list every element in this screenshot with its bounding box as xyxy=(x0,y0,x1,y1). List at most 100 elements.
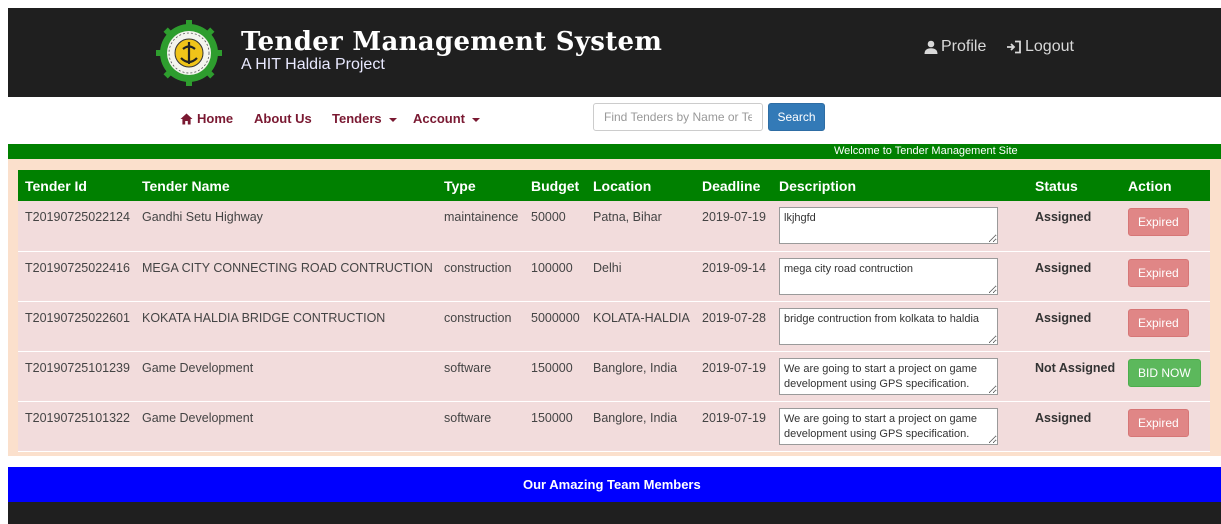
tender-status: Not Assigned xyxy=(1028,351,1121,402)
table-row: T20190725022601 KOKATA HALDIA BRIDGE CON… xyxy=(18,301,1210,352)
tender-deadline: 2019-07-19 xyxy=(695,351,772,402)
column-header: Location xyxy=(586,170,695,201)
description-cell: mega city road contruction xyxy=(772,251,1028,302)
caret-down-icon xyxy=(472,117,480,122)
expired-button[interactable]: Expired xyxy=(1128,308,1189,337)
column-header: Status xyxy=(1028,170,1121,201)
tender-location: Patna, Bihar xyxy=(586,201,695,252)
tender-location: Banglore, India xyxy=(586,401,695,452)
description-textarea[interactable]: We are going to start a project on game … xyxy=(779,407,998,445)
tender-status: Assigned xyxy=(1028,401,1121,452)
expired-button[interactable]: Expired xyxy=(1128,408,1189,437)
nav-tenders-label: Tenders xyxy=(332,111,382,126)
tender-type: construction xyxy=(437,301,524,352)
expired-button[interactable]: Expired xyxy=(1128,208,1189,236)
nav-tenders-dropdown[interactable]: Tenders xyxy=(332,111,397,126)
nav-home-label: Home xyxy=(197,111,234,126)
tender-status: Assigned xyxy=(1028,201,1121,252)
tender-deadline: 2019-07-19 xyxy=(695,201,772,252)
search-input[interactable] xyxy=(593,103,763,131)
tender-deadline: 2019-07-19 xyxy=(695,401,772,452)
tender-status: Assigned xyxy=(1028,251,1121,302)
home-icon xyxy=(180,113,193,124)
table-row: T20190725101322 Game Development softwar… xyxy=(18,401,1210,452)
expired-button[interactable]: Expired xyxy=(1128,258,1189,287)
action-cell: Expired xyxy=(1121,251,1210,302)
main-navbar: Home About Us Tenders Account Search xyxy=(8,97,1221,143)
tender-type: software xyxy=(437,351,524,402)
description-cell: We are going to start a project on game … xyxy=(772,351,1028,402)
tender-name: Gandhi Setu Highway xyxy=(135,201,437,252)
team-members-title: Our Amazing Team Members xyxy=(523,477,701,492)
welcome-banner: Welcome to Tender Management Site xyxy=(8,144,1221,159)
tender-id: T20190725101322 xyxy=(18,401,135,452)
tender-budget: 50000 xyxy=(524,201,586,252)
column-header: Tender Name xyxy=(135,170,437,201)
tender-deadline: 2019-09-14 xyxy=(695,251,772,302)
tender-deadline: 2019-07-28 xyxy=(695,301,772,352)
tender-name: MEGA CITY CONNECTING ROAD CONTRUCTION xyxy=(135,251,437,302)
site-subtitle: A HIT Haldia Project xyxy=(241,56,385,73)
nav-account-label: Account xyxy=(413,111,465,126)
search-button[interactable]: Search xyxy=(768,103,825,131)
welcome-text: Welcome to Tender Management Site xyxy=(834,145,1018,157)
column-header: Deadline xyxy=(695,170,772,201)
description-textarea[interactable]: bridge contruction from kolkata to haldi… xyxy=(779,307,998,345)
site-title: Tender Management System xyxy=(241,27,663,57)
action-cell: Expired xyxy=(1121,201,1210,252)
site-header: Tender Management System A HIT Haldia Pr… xyxy=(8,8,1221,97)
tender-location: Banglore, India xyxy=(586,351,695,402)
tender-id: T20190725022124 xyxy=(18,201,135,252)
tender-id: T20190725022601 xyxy=(18,301,135,352)
institute-logo-icon xyxy=(156,20,222,86)
tender-name: KOKATA HALDIA BRIDGE CONTRUCTION xyxy=(135,301,437,352)
table-row: T20190725101239 Game Development softwar… xyxy=(18,351,1210,402)
tender-name: Game Development xyxy=(135,401,437,452)
description-textarea[interactable]: mega city road contruction xyxy=(779,257,998,295)
nav-home[interactable]: Home xyxy=(180,111,233,126)
tenders-table: Tender Id Tender Name Type Budget Locati… xyxy=(18,170,1210,452)
tender-type: software xyxy=(437,401,524,452)
description-cell: bridge contruction from kolkata to haldi… xyxy=(772,301,1028,352)
table-row: T20190725022124 Gandhi Setu Highway main… xyxy=(18,201,1210,252)
profile-label: Profile xyxy=(941,38,987,55)
tender-budget: 5000000 xyxy=(524,301,586,352)
logout-label: Logout xyxy=(1025,38,1074,55)
nav-account-dropdown[interactable]: Account xyxy=(413,111,480,126)
logout-icon xyxy=(1007,40,1021,54)
column-header: Action xyxy=(1121,170,1210,201)
page-footer xyxy=(8,502,1221,524)
description-cell: lkjhgfd xyxy=(772,201,1028,252)
bid-now-button[interactable]: BID NOW xyxy=(1128,358,1201,387)
action-cell: Expired xyxy=(1121,401,1210,452)
nav-about-us[interactable]: About Us xyxy=(254,111,312,126)
nav-about-label: About Us xyxy=(254,111,312,126)
tender-budget: 150000 xyxy=(524,351,586,402)
tender-id: T20190725101239 xyxy=(18,351,135,402)
tender-location: Delhi xyxy=(586,251,695,302)
tender-budget: 100000 xyxy=(524,251,586,302)
column-header: Tender Id xyxy=(18,170,135,201)
profile-link[interactable]: Profile xyxy=(924,38,986,56)
tender-budget: 150000 xyxy=(524,401,586,452)
user-icon xyxy=(924,40,938,54)
team-members-bar: Our Amazing Team Members xyxy=(8,467,1221,502)
column-header: Budget xyxy=(524,170,586,201)
action-cell: Expired xyxy=(1121,301,1210,352)
table-header-row: Tender Id Tender Name Type Budget Locati… xyxy=(18,170,1210,201)
tender-type: maintainence xyxy=(437,201,524,252)
action-cell: BID NOW xyxy=(1121,351,1210,402)
column-header: Description xyxy=(772,170,1028,201)
tender-type: construction xyxy=(437,251,524,302)
tender-id: T20190725022416 xyxy=(18,251,135,302)
tender-status: Assigned xyxy=(1028,301,1121,352)
description-textarea[interactable]: lkjhgfd xyxy=(779,207,998,244)
column-header: Type xyxy=(437,170,524,201)
table-row: T20190725022416 MEGA CITY CONNECTING ROA… xyxy=(18,251,1210,302)
tender-location: KOLATA-HALDIA xyxy=(586,301,695,352)
description-textarea[interactable]: We are going to start a project on game … xyxy=(779,357,998,395)
logout-link[interactable]: Logout xyxy=(1006,38,1074,56)
caret-down-icon xyxy=(388,117,397,122)
description-cell: We are going to start a project on game … xyxy=(772,401,1028,452)
tender-name: Game Development xyxy=(135,351,437,402)
